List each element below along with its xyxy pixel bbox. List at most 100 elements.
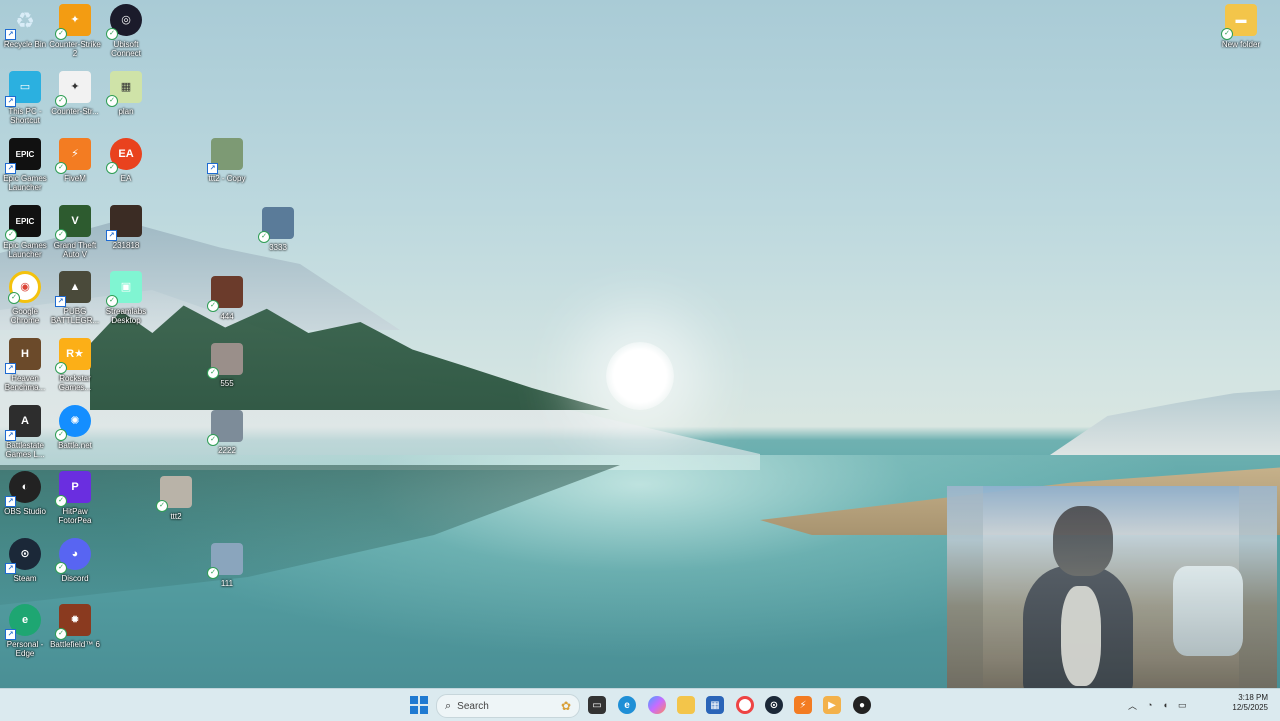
battlenet-icon: ✺ ✓ <box>55 405 91 441</box>
desktop-icon-counter-strike[interactable]: ✦ ✓ Counter-Str... <box>47 71 103 116</box>
taskbar-clock[interactable]: 3:18 PM 12/5/2025 <box>1232 693 1268 713</box>
wallpaper-mountain-right <box>1050 390 1280 455</box>
desktop-icon-plan[interactable]: ▦ ✓ plan <box>98 71 154 116</box>
desktop-icon-label: Ubisoft Connect <box>111 40 141 58</box>
desktop-icon-streamlabs[interactable]: ▣ ✓ Streamlabs Desktop <box>98 271 154 325</box>
battlestate-icon: A ↗ <box>5 405 41 441</box>
taskbar-search[interactable]: ⌕ Search ✿ <box>436 694 580 718</box>
sync-check-icon: ✓ <box>55 429 67 441</box>
desktop-icon-this-pc[interactable]: ▭ ↗ This PC - Shortcut <box>0 71 53 125</box>
battery-icon[interactable]: ▭ <box>1178 700 1187 711</box>
desktop-wallpaper: ♻ ↗ Recycle Bin ✦ ✓ Counter-Strike 2 ◎ ✓ Ubisoft… <box>0 0 1280 688</box>
sync-check-icon: ✓ <box>55 362 67 374</box>
gta-icon: V ✓ <box>55 205 91 241</box>
desktop-icon-label: ttt2 - Copy <box>208 174 246 183</box>
steam-taskbar-icon[interactable]: ⊙ <box>765 696 783 714</box>
photo-widget[interactable] <box>947 486 1277 688</box>
desktop-icon-epic-games-1[interactable]: EPIC ↗ Epic Games Launcher <box>0 138 53 192</box>
desktop-icon-google-chrome[interactable]: ◉ ✓ Google Chrome <box>0 271 53 325</box>
discord-icon: ◕ ✓ <box>55 538 91 574</box>
desktop-icon-hitpaw[interactable]: P ✓ HitPaw FotorPea <box>47 471 103 525</box>
windows-logo-quad <box>410 706 418 714</box>
desktop-icon-ttt2[interactable]: ✓ ttt2 <box>148 476 204 521</box>
desktop-icon-ubisoft-connect[interactable]: ◎ ✓ Ubisoft Connect <box>98 4 154 58</box>
desktop-icon-2222[interactable]: ✓ 2222 <box>199 410 255 455</box>
desktop-icon-counter-strike-2[interactable]: ✦ ✓ Counter-Strike 2 <box>47 4 103 58</box>
sync-check-icon: ✓ <box>55 628 67 640</box>
desktop-icon-new-folder[interactable]: ▬ ✓ New folder <box>1213 4 1269 49</box>
desktop-icon-label: Discord <box>61 574 89 583</box>
desktop-icon-steam[interactable]: ⊙ ↗ Steam <box>0 538 53 583</box>
desktop-icon-label: Epic Games Launcher <box>3 241 47 259</box>
tray-chevron-icon[interactable]: ︿ <box>1128 699 1137 712</box>
obs-taskbar-icon[interactable]: ● <box>853 696 871 714</box>
desktop-icon-personal-edge[interactable]: e ↗ Personal - Edge <box>0 604 53 658</box>
ea-icon: EA ✓ <box>106 138 142 174</box>
file-explorer-icon[interactable] <box>677 696 695 714</box>
photo-thumb-icon: ↗ <box>207 138 243 174</box>
desktop-icon-ea[interactable]: EA ✓ EA <box>98 138 154 183</box>
desktop-icon-battlestate[interactable]: A ↗ Battlestate Games L... <box>0 405 53 459</box>
desktop-icon-ttt2-copy[interactable]: ↗ ttt2 - Copy <box>199 138 255 183</box>
photo-thumb-icon: ✓ <box>207 276 243 312</box>
streamlabs-icon: ▣ ✓ <box>106 271 142 307</box>
wifi-icon[interactable]: ◔ <box>1147 700 1152 710</box>
fivem-taskbar-icon[interactable]: ⚡ <box>794 696 812 714</box>
volume-icon[interactable]: ◖ <box>1162 700 1167 710</box>
shortcut-arrow-icon: ↗ <box>5 163 16 174</box>
desktop-icon-444[interactable]: ✓ 444 <box>199 276 255 321</box>
desktop-icon-111[interactable]: ✓ 111 <box>199 543 255 588</box>
desktop-icon-label: PUBG BATTLEGR... <box>50 307 100 325</box>
start-button[interactable] <box>410 696 428 714</box>
sync-check-icon: ✓ <box>106 28 118 40</box>
rockstar-icon: R★ ✓ <box>55 338 91 374</box>
desktop-icon-epic-games-2[interactable]: EPIC ✓ Epic Games Launcher <box>0 205 53 259</box>
desktop-icon-recycle-bin[interactable]: ♻ ↗ Recycle Bin <box>0 4 53 49</box>
desktop-icon-battlefield-6[interactable]: ✹ ✓ Battlefield™ 6 <box>47 604 103 649</box>
desktop-icon-rockstar[interactable]: R★ ✓ Rockstar Games... <box>47 338 103 392</box>
dog-chest <box>1061 586 1101 686</box>
desktop-icon-pubg[interactable]: ▲ ↗ PUBG BATTLEGR... <box>47 271 103 325</box>
desktop-icon-label: Grand Theft Auto V <box>53 241 97 259</box>
windows-logo-quad <box>410 696 418 704</box>
sync-check-icon: ✓ <box>207 434 219 446</box>
windows-logo-quad <box>420 696 428 704</box>
photo-thumb-icon: ✓ <box>156 476 192 512</box>
battlefield-icon: ✹ ✓ <box>55 604 91 640</box>
clock-time: 3:18 PM <box>1238 693 1268 702</box>
desktop-icon-obs[interactable]: ◐ ↗ OBS Studio <box>0 471 53 516</box>
sync-check-icon: ✓ <box>55 95 67 107</box>
desktop-icon-231818[interactable]: ↗ 231818 <box>98 205 154 250</box>
shortcut-arrow-icon: ↗ <box>5 29 16 40</box>
desktop-icon-555[interactable]: ✓ 555 <box>199 343 255 388</box>
desktop-icon-label: ttt2 <box>170 512 182 521</box>
media-player-icon[interactable]: ▶ <box>823 696 841 714</box>
ubisoft-swirl-icon: ◎ ✓ <box>106 4 142 40</box>
desktop-icon-label: EA <box>120 174 132 183</box>
desktop-icon-3333[interactable]: ✓ 3333 <box>250 207 306 252</box>
rock <box>1173 566 1243 656</box>
desktop-icon-discord[interactable]: ◕ ✓ Discord <box>47 538 103 583</box>
edge-taskbar-icon[interactable]: e <box>618 696 636 714</box>
task-view-icon[interactable]: ▭ <box>588 696 606 714</box>
desktop-icon-label: Epic Games Launcher <box>3 174 47 192</box>
sync-check-icon: ✓ <box>55 562 67 574</box>
obs-icon: ◐ ↗ <box>5 471 41 507</box>
chrome-taskbar-icon[interactable] <box>736 696 754 714</box>
shortcut-arrow-icon: ↗ <box>5 563 16 574</box>
desktop-icon-label: 111 <box>220 579 234 588</box>
desktop-icon-heaven[interactable]: H ↗ Heaven Benchma... <box>0 338 53 392</box>
store-icon[interactable]: ▦ <box>706 696 724 714</box>
desktop-icon-gta-v[interactable]: V ✓ Grand Theft Auto V <box>47 205 103 259</box>
sync-check-icon: ✓ <box>207 567 219 579</box>
desktop-icon-label: 231818 <box>112 241 140 250</box>
photo-thumb-icon: ✓ <box>207 343 243 379</box>
copilot-icon[interactable] <box>648 696 666 714</box>
sync-check-icon: ✓ <box>55 162 67 174</box>
sync-check-icon: ✓ <box>8 292 20 304</box>
shortcut-arrow-icon: ↗ <box>5 629 16 640</box>
sync-check-icon: ✓ <box>1221 28 1233 40</box>
desktop-icon-fivem[interactable]: ⚡ ✓ FiveM <box>47 138 103 183</box>
sync-check-icon: ✓ <box>55 495 67 507</box>
desktop-icon-battlenet[interactable]: ✺ ✓ Battle.net <box>47 405 103 450</box>
